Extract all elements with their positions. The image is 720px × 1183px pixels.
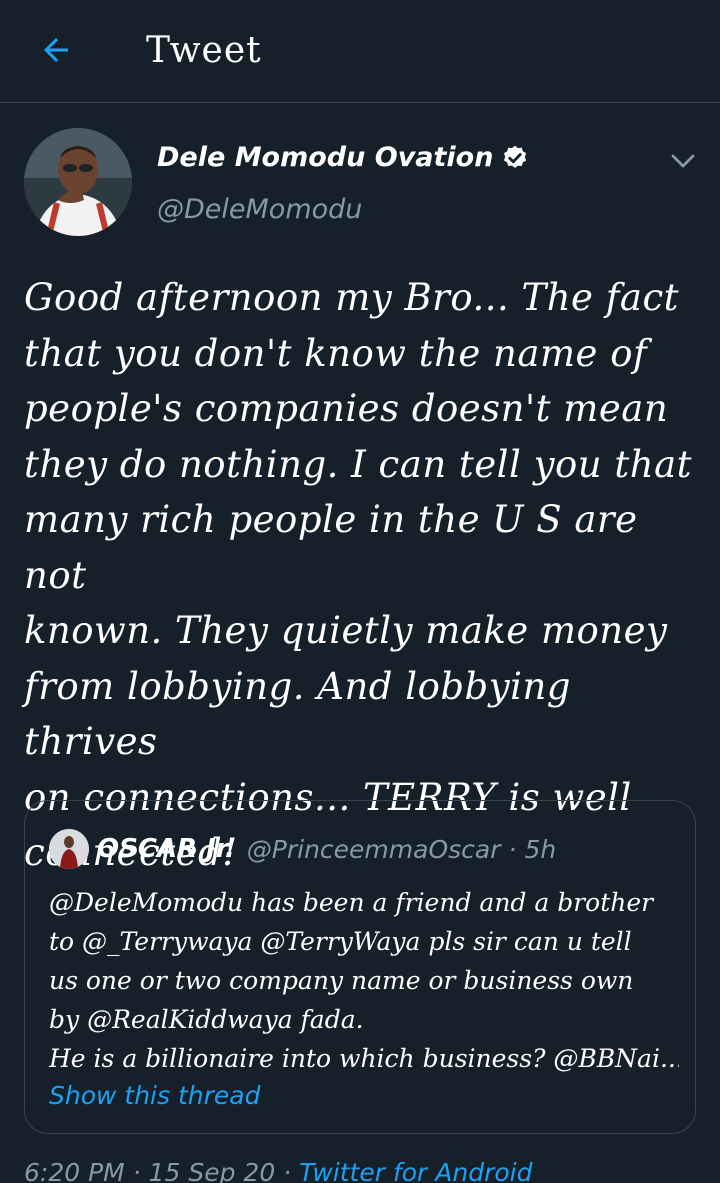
back-button[interactable] (34, 28, 78, 72)
tweet-line: that you don't know the name of (24, 331, 648, 375)
separator-dot: · (508, 834, 517, 864)
author-display-name: Dele Momodu Ovation (157, 142, 494, 173)
tweet-line: they do nothing. I can tell you that (24, 442, 692, 486)
verified-badge-icon (504, 145, 527, 168)
top-app-bar: Tweet (0, 0, 720, 103)
tweet-line: from lobbying. And lobbying thrives (24, 664, 571, 764)
quoted-tweet-header: OSCAR Jr. @PrinceemmaOscar · 5h (49, 829, 556, 869)
page-title: Tweet (146, 30, 262, 71)
quoted-author-avatar (49, 829, 89, 869)
quoted-tweet-body: @DeleMomodu has been a friend and a brot… (49, 883, 679, 1078)
arrow-left-icon (44, 38, 68, 62)
quoted-line: He is a billionaire into which business?… (49, 1044, 679, 1073)
quoted-author-handle: @PrinceemmaOscar (246, 834, 501, 864)
quoted-tweet-card[interactable]: OSCAR Jr. @PrinceemmaOscar · 5h @DeleMom… (24, 800, 696, 1134)
author-name-row[interactable]: Dele Momodu Ovation (157, 142, 529, 173)
tweet-metadata: 6:20 PM · 15 Sep 20 · Twitter for Androi… (24, 1158, 532, 1183)
tweet-line: many rich people in the U S are not (24, 498, 638, 597)
quoted-author-name: OSCAR Jr. (97, 834, 235, 864)
tweet-line: people's companies doesn't mean (24, 387, 669, 430)
author-handle[interactable]: @DeleMomodu (157, 194, 362, 225)
quoted-line: to @_Terrywaya @TerryWaya pls sir can u … (49, 927, 632, 956)
tweet-source-link[interactable]: Twitter for Android (299, 1158, 532, 1183)
tweet-body: Good afternoon my Bro... The fact that y… (24, 270, 696, 881)
tweet-menu-button[interactable] (668, 146, 698, 176)
separator-dot: · (283, 1158, 292, 1183)
quoted-tweet-time: 5h (524, 834, 557, 864)
show-thread-link[interactable]: Show this thread (49, 1081, 260, 1110)
tweet-time: 6:20 PM (24, 1158, 125, 1183)
tweet-date: 15 Sep 20 (148, 1158, 276, 1183)
quoted-line: @DeleMomodu has been a friend and a brot… (49, 888, 654, 917)
separator-dot: · (132, 1158, 141, 1183)
author-avatar[interactable] (24, 128, 132, 236)
tweet-line: known. They quietly make money (24, 609, 668, 652)
chevron-down-icon (671, 154, 695, 168)
quoted-line: by @RealKiddwaya fada. (49, 1005, 364, 1034)
tweet-author: Dele Momodu Ovation @DeleMomodu (24, 128, 704, 236)
tweet-line: Good afternoon my Bro... The fact (24, 276, 680, 319)
quoted-line: us one or two company name or business o… (49, 966, 634, 995)
